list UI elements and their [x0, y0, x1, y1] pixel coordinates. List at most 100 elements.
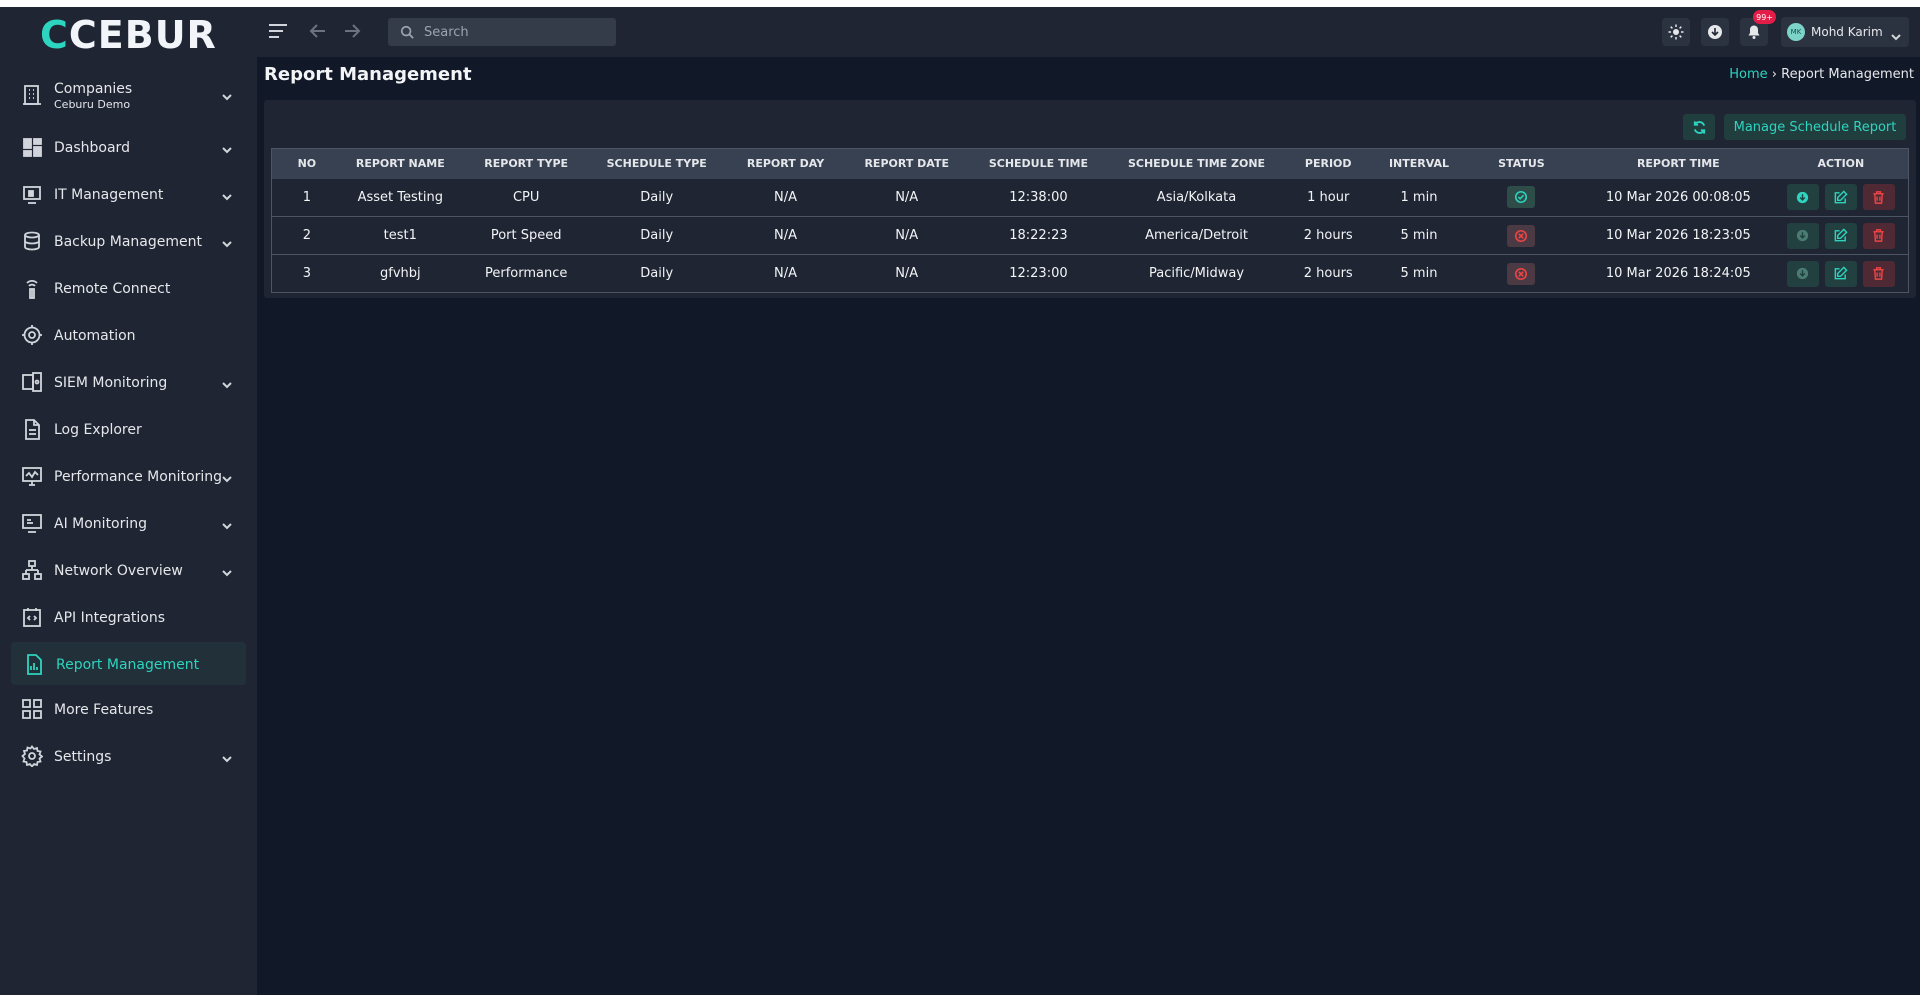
remote-icon	[20, 276, 44, 300]
chevron-down-icon	[221, 750, 233, 762]
x-circle-icon	[1515, 229, 1528, 242]
sidebar-item-label: Backup Management	[54, 234, 202, 250]
siem-icon	[20, 370, 44, 394]
sidebar-item-companies[interactable]: Companies Ceburu Demo	[0, 65, 257, 123]
edit-icon	[1835, 190, 1848, 204]
sidebar-item-remote-connect[interactable]: Remote Connect	[0, 264, 257, 311]
sidebar-item-text: IT Management	[54, 184, 163, 203]
user-menu[interactable]: MK Mohd Karim	[1781, 17, 1909, 47]
x-circle-icon	[1515, 267, 1528, 280]
cell-report-time: 10 Mar 2026 18:23:05	[1605, 228, 1751, 243]
cell-schedule-type: Daily	[640, 189, 674, 205]
manage-schedule-report-button[interactable]: Manage Schedule Report	[1724, 114, 1906, 140]
edit-report-button[interactable]	[1824, 222, 1857, 249]
chevron-down-icon	[221, 470, 233, 482]
sidebar-item-automation[interactable]: Automation	[0, 311, 257, 358]
sidebar-item-text: Companies Ceburu Demo	[54, 78, 132, 111]
report-panel: Manage Schedule Report NO REPORT NAME REPO…	[264, 100, 1916, 298]
column-header: ACTION	[1817, 157, 1865, 171]
row-actions	[1774, 184, 1908, 211]
chevron-down-icon	[221, 235, 233, 247]
sidebar-item-network-overview[interactable]: Network Overview	[0, 546, 257, 593]
sidebar-item-label: More Features	[54, 702, 154, 718]
sun-icon	[1668, 24, 1684, 40]
it-management-icon	[20, 182, 44, 206]
delete-report-button[interactable]	[1862, 222, 1895, 249]
sidebar-item-text: Automation	[54, 325, 136, 344]
notification-badge: 99+	[1753, 10, 1776, 24]
download-circle-icon	[1797, 191, 1809, 203]
download-report-button[interactable]	[1786, 184, 1819, 211]
search-input[interactable]	[424, 24, 604, 40]
forward-arrow-icon[interactable]	[341, 20, 363, 42]
trash-icon	[1873, 190, 1885, 204]
bell-icon	[1748, 25, 1760, 39]
delete-report-button[interactable]	[1862, 260, 1895, 287]
sidebar-item-text: More Features	[54, 699, 153, 718]
app-window: CCEBUR Companies Ceburu Demo Dashboard IT M…	[0, 7, 1920, 995]
sidebar-item-dashboard[interactable]: Dashboard	[0, 123, 257, 170]
cell-date: N/A	[895, 189, 919, 205]
breadcrumb: Home › Report Management	[1729, 67, 1914, 82]
sidebar-item-label: Dashboard	[54, 140, 130, 156]
menu-toggle-icon[interactable]	[267, 21, 289, 41]
sidebar-item-it-management[interactable]: IT Management	[0, 170, 257, 217]
column-header: SCHEDULE TYPE	[606, 157, 707, 171]
column-header: SCHEDULE TIME	[988, 157, 1089, 171]
edit-icon	[1835, 228, 1848, 242]
edit-report-button[interactable]	[1824, 260, 1857, 287]
sidebar-item-api-integrations[interactable]: API Integrations	[0, 593, 257, 640]
cell-time: 12:23:00	[1009, 266, 1068, 281]
theme-toggle-button[interactable]	[1662, 18, 1690, 46]
sidebar-item-performance-monitoring[interactable]: Performance Monitoring	[0, 452, 257, 499]
sidebar-item-report-management[interactable]: Report Management	[11, 642, 246, 685]
download-circle-icon	[1708, 25, 1722, 39]
cell-no: 2	[302, 228, 312, 243]
cell-day: N/A	[774, 189, 798, 205]
cell-tz: Pacific/Midway	[1148, 266, 1245, 281]
ceburu-logo[interactable]: CCEBUR	[40, 15, 220, 55]
download-report-button[interactable]	[1786, 222, 1819, 249]
breadcrumb-home-link[interactable]: Home	[1729, 67, 1767, 82]
table-body: 1 Asset Testing CPU Daily N/A N/A 12:38:00 Asia…	[271, 179, 1909, 293]
sidebar-item-text: SIEM Monitoring	[54, 372, 167, 391]
column-header: INTERVAL	[1388, 157, 1450, 171]
sidebar-item-backup-management[interactable]: Backup Management	[0, 217, 257, 264]
cell-time: 18:22:23	[1009, 228, 1068, 243]
page-title: Report Management	[264, 64, 472, 85]
sidebar-item-label: SIEM Monitoring	[54, 375, 168, 391]
sidebar-item-ai-monitoring[interactable]: AI Monitoring	[0, 499, 257, 546]
sidebar-item-more-features[interactable]: More Features	[0, 685, 257, 732]
sidebar-item-log-explorer[interactable]: Log Explorer	[0, 405, 257, 452]
sidebar-item-label: Automation	[54, 328, 136, 344]
cell-action	[1774, 179, 1909, 217]
download-button[interactable]	[1701, 18, 1729, 46]
column-header: PERIOD	[1304, 157, 1352, 171]
cell-interval: 5 min	[1400, 266, 1438, 281]
cell-type: CPU	[512, 189, 540, 205]
chevron-down-icon	[221, 564, 233, 576]
cell-interval: 1 min	[1400, 189, 1438, 205]
sidebar-item-label: Log Explorer	[54, 422, 142, 438]
cell-report-time: 10 Mar 2026 18:24:05	[1605, 266, 1751, 281]
sidebar-item-text: Performance Monitoring	[54, 466, 222, 485]
column-header: SCHEDULE TIME ZONE	[1127, 157, 1266, 171]
refresh-button[interactable]	[1683, 114, 1715, 140]
notifications-button[interactable]: 99+	[1740, 10, 1776, 46]
column-header: REPORT NAME	[355, 157, 445, 171]
cell-action	[1774, 255, 1909, 293]
edit-report-button[interactable]	[1824, 184, 1857, 211]
cell-period: 2 hours	[1303, 266, 1353, 281]
chevron-down-icon	[221, 376, 233, 388]
cell-status	[1460, 255, 1583, 293]
sidebar-item-settings[interactable]: Settings	[0, 732, 257, 779]
back-arrow-icon[interactable]	[307, 20, 329, 42]
row-actions	[1774, 222, 1908, 249]
cell-name: Asset Testing	[357, 189, 443, 205]
download-report-button[interactable]	[1786, 260, 1819, 287]
ai-monitor-icon	[20, 511, 44, 535]
delete-report-button[interactable]	[1862, 184, 1895, 211]
cell-status	[1460, 179, 1583, 217]
sidebar-item-siem-monitoring[interactable]: SIEM Monitoring	[0, 358, 257, 405]
sidebar-nav: Companies Ceburu Demo Dashboard IT Manageme…	[0, 65, 257, 779]
